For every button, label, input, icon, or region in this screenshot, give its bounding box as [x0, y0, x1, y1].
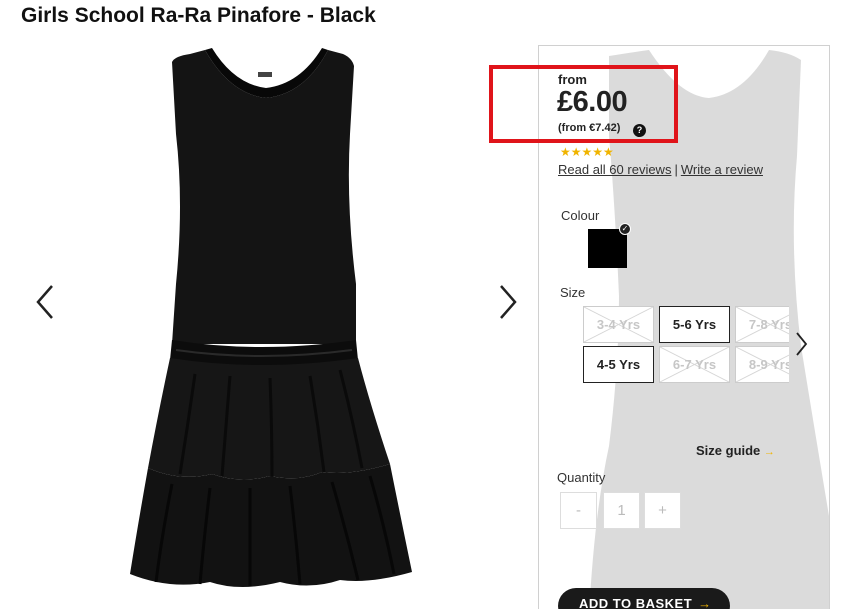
size-option-label: 8-9 Yrs	[748, 357, 789, 372]
quantity-decrease-button[interactable]: -	[560, 492, 597, 529]
size-option-label: 3-4 Yrs	[596, 317, 641, 332]
arrow-right-icon: →	[763, 446, 775, 458]
size-guide-label: Size guide	[696, 443, 761, 458]
size-option-8-9[interactable]: 8-9 Yrs	[735, 346, 789, 383]
size-option-label: 6-7 Yrs	[672, 357, 717, 372]
gallery-next-button[interactable]	[493, 282, 523, 322]
add-to-basket-button[interactable]: ADD TO BASKET →	[558, 588, 730, 609]
colour-label: Colour	[561, 208, 600, 223]
size-option-6-7[interactable]: 6-7 Yrs	[659, 346, 730, 383]
chevron-left-icon	[36, 285, 53, 319]
size-option-label: 4-5 Yrs	[596, 357, 641, 372]
size-option-7-8[interactable]: 7-8 Yrs	[735, 306, 789, 343]
size-next-button[interactable]	[793, 330, 809, 358]
reviews-links: Read all 60 reviews | Write a review	[558, 162, 763, 177]
rating-stars: ★★★★★	[560, 145, 614, 159]
size-option-4-5[interactable]: 4-5 Yrs	[583, 346, 654, 383]
dress-image	[130, 48, 412, 587]
size-option-label: 7-8 Yrs	[748, 317, 789, 332]
size-option-5-6[interactable]: 5-6 Yrs	[659, 306, 730, 343]
reviews-separator: |	[674, 162, 678, 177]
quantity-input[interactable]: 1	[603, 492, 640, 529]
add-to-basket-label: ADD TO BASKET	[579, 596, 693, 609]
arrow-right-icon: →	[698, 596, 712, 609]
write-review-link[interactable]: Write a review	[681, 162, 763, 177]
quantity-increase-button[interactable]: +	[644, 492, 681, 529]
size-options: 3-4 Yrs 5-6 Yrs 7-8 Yrs 4-5 Yrs 6-7 Yrs …	[580, 304, 789, 388]
read-reviews-link[interactable]: Read all 60 reviews	[558, 162, 671, 177]
size-guide-link[interactable]: Size guide →	[696, 443, 775, 458]
price-highlight-box	[489, 65, 678, 143]
chevron-right-icon	[500, 285, 517, 319]
size-option-3-4[interactable]: 3-4 Yrs	[583, 306, 654, 343]
chevron-right-icon	[796, 332, 808, 356]
size-label: Size	[560, 285, 586, 300]
colour-swatch-black[interactable]	[588, 229, 627, 268]
gallery-prev-button[interactable]	[30, 282, 60, 322]
product-title: Girls School Ra-Ra Pinafore - Black	[21, 4, 376, 27]
check-icon: ✓	[619, 223, 631, 235]
size-option-label: 5-6 Yrs	[672, 317, 717, 332]
quantity-label: Quantity	[557, 470, 606, 485]
product-main-image[interactable]	[100, 44, 490, 609]
